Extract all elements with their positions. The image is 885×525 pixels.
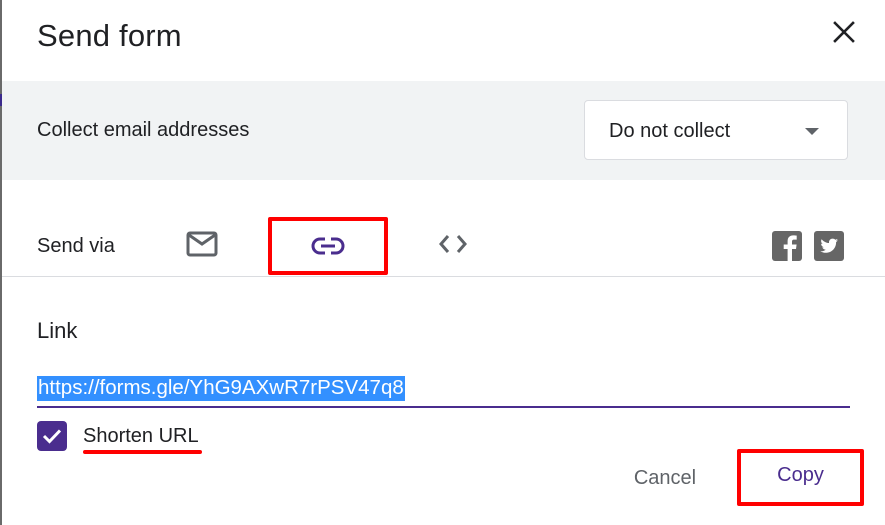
collect-email-selected-value: Do not collect bbox=[609, 120, 731, 142]
dialog-title: Send form bbox=[37, 18, 182, 53]
send-via-label: Send via bbox=[37, 235, 115, 257]
mail-icon bbox=[186, 231, 218, 257]
tab-send-embed[interactable] bbox=[432, 226, 474, 262]
window-left-edge bbox=[0, 0, 2, 525]
shorten-url-checkbox[interactable] bbox=[37, 421, 67, 451]
link-heading: Link bbox=[37, 318, 78, 343]
checkmark-icon bbox=[42, 429, 62, 444]
close-icon bbox=[833, 21, 855, 43]
facebook-icon bbox=[772, 231, 802, 261]
collect-email-label: Collect email addresses bbox=[37, 119, 250, 141]
form-link-value: https://forms.gle/YhG9AXwR7rPSV47q8 bbox=[37, 376, 405, 401]
code-icon bbox=[439, 235, 467, 253]
cancel-button[interactable]: Cancel bbox=[615, 460, 715, 496]
twitter-icon bbox=[814, 231, 844, 261]
tab-send-link[interactable] bbox=[268, 217, 388, 275]
link-icon bbox=[311, 237, 345, 255]
close-button[interactable] bbox=[828, 16, 860, 48]
share-facebook-button[interactable] bbox=[771, 231, 803, 261]
shorten-url-label[interactable]: Shorten URL bbox=[83, 425, 199, 448]
section-divider bbox=[2, 276, 885, 277]
caret-down-icon bbox=[805, 128, 819, 135]
copy-button[interactable]: Copy bbox=[737, 449, 864, 506]
annotation-underline bbox=[83, 450, 202, 454]
share-twitter-button[interactable] bbox=[813, 231, 845, 261]
tab-send-email[interactable] bbox=[182, 226, 222, 262]
collect-email-dropdown[interactable]: Do not collect bbox=[584, 100, 848, 160]
form-link-input[interactable]: https://forms.gle/YhG9AXwR7rPSV47q8 bbox=[37, 374, 850, 408]
